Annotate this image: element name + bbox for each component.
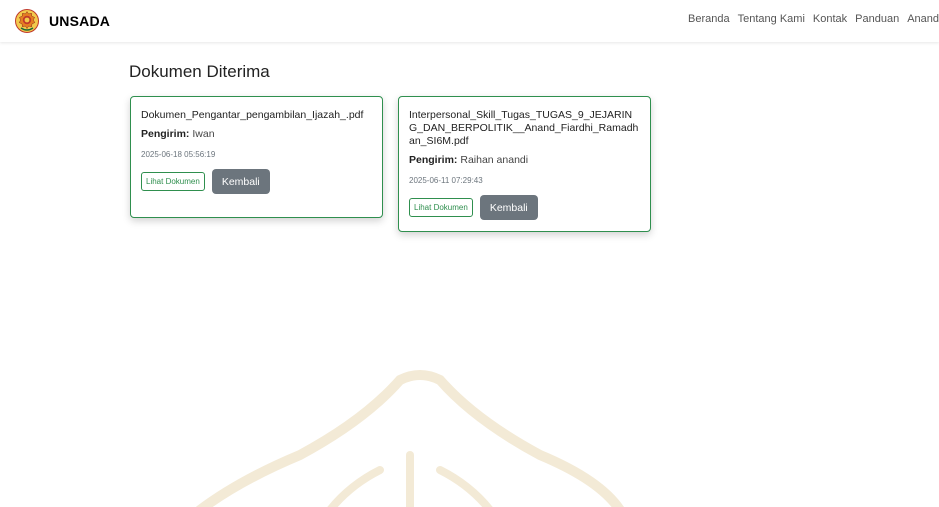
document-card: Dokumen_Pengantar_pengambilan_Ijazah_.pd… — [130, 96, 383, 218]
document-sender: Pengirim: Raihan anandi — [409, 154, 640, 166]
document-actions: Lihat Dokumen Kembali — [409, 195, 640, 220]
brand-name: UNSADA — [49, 13, 111, 29]
nav-links: Beranda Tentang Kami Kontak Panduan Anan… — [680, 13, 939, 25]
document-filename: Interpersonal_Skill_Tugas_TUGAS_9_JEJARI… — [409, 109, 639, 147]
nav-link-panduan[interactable]: Panduan — [855, 13, 899, 25]
nav-link-user[interactable]: Anand — [907, 13, 939, 25]
document-date: 2025-06-11 07:29:43 — [409, 176, 483, 185]
dome-watermark-icon — [196, 370, 624, 507]
nav-link-kontak[interactable]: Kontak — [813, 13, 847, 25]
document-card: Interpersonal_Skill_Tugas_TUGAS_9_JEJARI… — [398, 96, 651, 232]
brand-link[interactable]: UNSADA — [15, 8, 110, 34]
sender-label: Pengirim: — [409, 154, 458, 166]
document-date: 2025-06-18 05:56:19 — [141, 150, 216, 159]
university-seal-icon — [15, 9, 39, 33]
document-sender: Pengirim: Iwan — [141, 128, 372, 140]
sender-label: Pengirim: — [141, 128, 190, 140]
view-document-button[interactable]: Lihat Dokumen — [141, 172, 205, 191]
nav-link-beranda[interactable]: Beranda — [688, 13, 730, 25]
sender-name: Iwan — [192, 128, 215, 140]
page: UNSADA Beranda Tentang Kami Kontak Pandu… — [0, 0, 939, 507]
page-title: Dokumen Diterima — [129, 62, 270, 81]
back-button[interactable]: Kembali — [479, 195, 538, 220]
view-document-button[interactable]: Lihat Dokumen — [409, 198, 473, 217]
back-button[interactable]: Kembali — [211, 169, 270, 194]
document-actions: Lihat Dokumen Kembali — [141, 169, 372, 194]
navbar: UNSADA Beranda Tentang Kami Kontak Pandu… — [0, 0, 939, 42]
document-filename: Dokumen_Pengantar_pengambilan_Ijazah_.pd… — [141, 109, 364, 121]
sender-name: Raihan anandi — [460, 154, 529, 166]
nav-link-tentang-kami[interactable]: Tentang Kami — [738, 13, 805, 25]
